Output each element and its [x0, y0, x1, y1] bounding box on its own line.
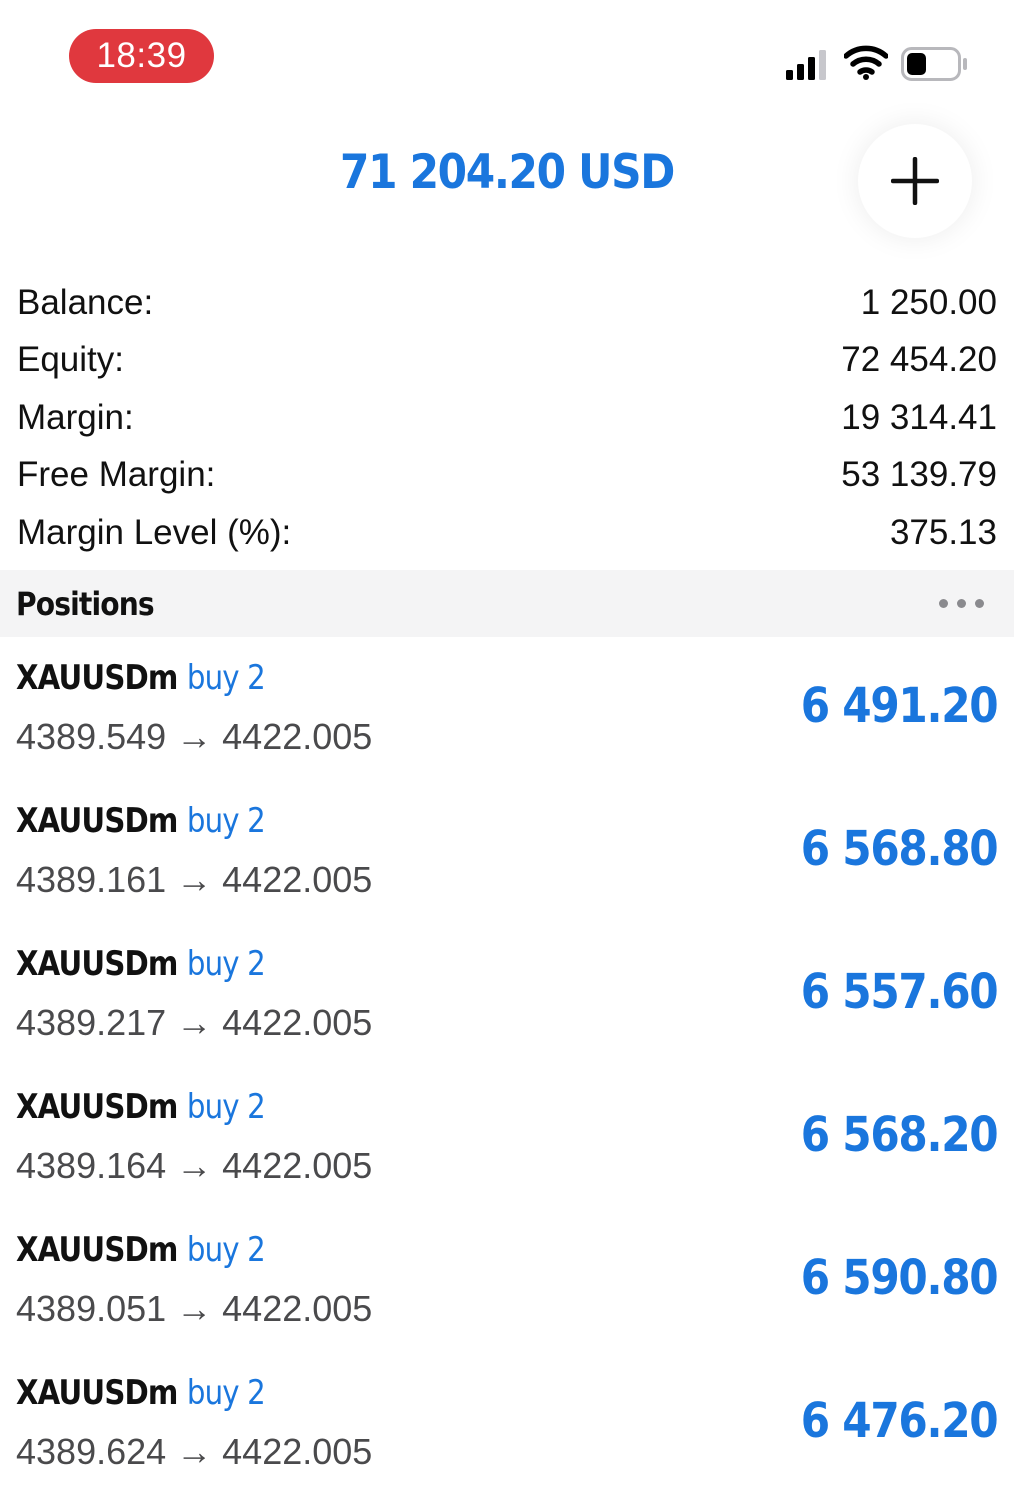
position-symbol: XAUUSDm buy 2: [16, 801, 266, 841]
position-prices: 4389.164 → 4422.005: [16, 1145, 373, 1186]
positions-title: Positions: [16, 584, 155, 623]
position-type: buy 2: [186, 801, 266, 841]
position-row[interactable]: XAUUSDm buy 2 4389.624 → 4422.005 6 476.…: [0, 1367, 1014, 1510]
wifi-icon: [844, 45, 888, 80]
symbol-name: XAUUSDm: [16, 801, 178, 841]
position-profit: 6 568.80: [800, 821, 998, 877]
position-prices: 4389.161 → 4422.005: [16, 859, 373, 900]
status-bar: 18:39: [0, 0, 1014, 110]
position-prices: 4389.217 → 4422.005: [16, 1002, 373, 1043]
position-prices: 4389.624 → 4422.005: [16, 1431, 373, 1472]
position-type: buy 2: [186, 1230, 266, 1270]
summary-row-margin: Margin: 19 314.41: [0, 389, 1014, 447]
more-dots-icon[interactable]: [939, 599, 984, 608]
symbol-name: XAUUSDm: [16, 944, 178, 984]
summary-row-balance: Balance: 1 250.00: [0, 274, 1014, 332]
summary-value: 1 250.00: [860, 282, 997, 322]
position-symbol: XAUUSDm buy 2: [16, 944, 266, 984]
position-row[interactable]: XAUUSDm buy 2 4389.161 → 4422.005 6 568.…: [0, 795, 1014, 938]
account-summary: Balance: 1 250.00 Equity: 72 454.20 Marg…: [0, 274, 1014, 562]
summary-label: Balance:: [17, 282, 154, 322]
summary-value: 53 139.79: [841, 455, 997, 495]
summary-row-equity: Equity: 72 454.20: [0, 332, 1014, 390]
summary-value: 375.13: [889, 512, 997, 552]
position-symbol: XAUUSDm buy 2: [16, 1087, 266, 1127]
position-symbol: XAUUSDm buy 2: [16, 1373, 266, 1413]
position-profit: 6 568.20: [800, 1107, 998, 1163]
position-row[interactable]: XAUUSDm buy 2 4389.051 → 4422.005 6 590.…: [0, 1224, 1014, 1367]
summary-label: Margin Level (%):: [17, 512, 292, 552]
position-type: buy 2: [186, 658, 266, 698]
battery-icon: [901, 47, 967, 81]
symbol-name: XAUUSDm: [16, 1087, 178, 1127]
position-symbol: XAUUSDm buy 2: [16, 658, 266, 698]
summary-label: Margin:: [17, 397, 134, 437]
symbol-name: XAUUSDm: [16, 1373, 178, 1413]
position-type: buy 2: [186, 1373, 266, 1413]
position-row[interactable]: XAUUSDm buy 2 4389.217 → 4422.005 6 557.…: [0, 938, 1014, 1081]
summary-value: 72 454.20: [841, 340, 997, 380]
symbol-name: XAUUSDm: [16, 1230, 178, 1270]
add-order-button[interactable]: [858, 124, 972, 238]
position-type: buy 2: [186, 944, 266, 984]
summary-value: 19 314.41: [841, 397, 997, 437]
signal-icon: [786, 50, 826, 80]
position-prices: 4389.051 → 4422.005: [16, 1288, 373, 1329]
plus-icon: [891, 157, 939, 205]
position-profit: 6 476.20: [800, 1393, 998, 1449]
summary-label: Free Margin:: [17, 455, 216, 495]
position-symbol: XAUUSDm buy 2: [16, 1230, 266, 1270]
status-time[interactable]: 18:39: [69, 29, 214, 83]
summary-label: Equity:: [17, 340, 124, 380]
position-prices: 4389.549 → 4422.005: [16, 716, 373, 757]
positions-section-header: Positions: [0, 570, 1014, 637]
position-profit: 6 557.60: [800, 964, 998, 1020]
summary-row-free-margin: Free Margin: 53 139.79: [0, 447, 1014, 505]
summary-row-margin-level: Margin Level (%): 375.13: [0, 504, 1014, 562]
position-row[interactable]: XAUUSDm buy 2 4389.164 → 4422.005 6 568.…: [0, 1081, 1014, 1224]
position-profit: 6 590.80: [800, 1250, 998, 1306]
position-profit: 6 491.20: [800, 678, 998, 734]
positions-list: XAUUSDm buy 2 4389.549 → 4422.005 6 491.…: [0, 652, 1014, 1510]
account-total: 71 204.20 USD: [340, 145, 675, 200]
position-row[interactable]: XAUUSDm buy 2 4389.549 → 4422.005 6 491.…: [0, 652, 1014, 795]
symbol-name: XAUUSDm: [16, 658, 178, 698]
position-type: buy 2: [186, 1087, 266, 1127]
